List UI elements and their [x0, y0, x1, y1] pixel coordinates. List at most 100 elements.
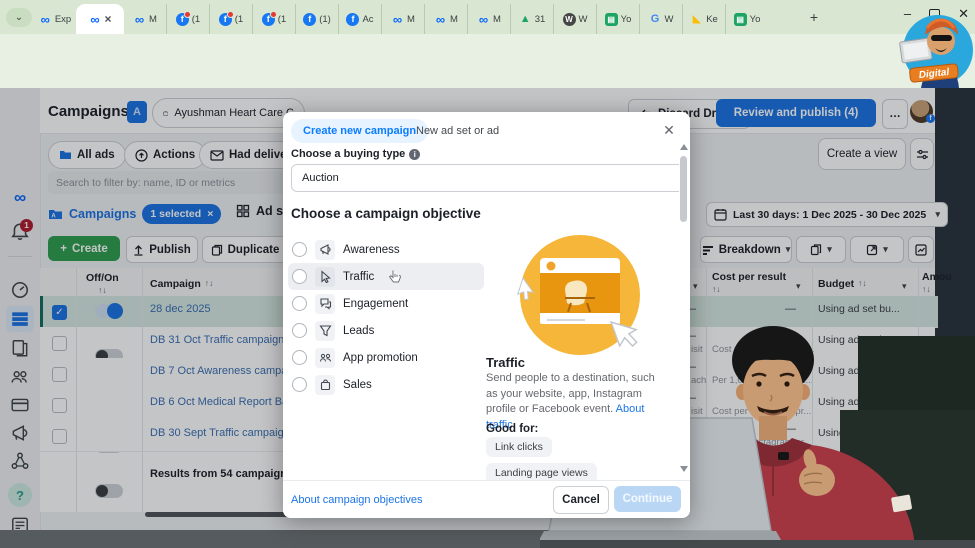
browser-tab[interactable]: Ke	[682, 4, 725, 34]
hand-cursor-icon	[388, 269, 402, 285]
radio-icon[interactable]	[292, 377, 307, 392]
buying-type-value: Auction	[302, 172, 339, 184]
scroll-up-arrow[interactable]	[680, 144, 688, 150]
objective-sales[interactable]: Sales	[288, 371, 484, 398]
modal-body: Choose a buying type Auction Choose a ca…	[283, 140, 679, 480]
browser-tab[interactable]: M	[424, 4, 467, 34]
objective-heading: Choose a campaign objective	[291, 206, 481, 221]
modal-scrollbar[interactable]	[680, 156, 687, 222]
meta-favicon	[477, 13, 490, 26]
tab-label: M	[407, 14, 415, 25]
modal-tab-new-adset[interactable]: New ad set or ad	[416, 125, 499, 137]
tab-label: 31	[535, 14, 546, 25]
browser-tab[interactable]: (1)	[295, 4, 338, 34]
chat-bubbles-icon	[315, 294, 335, 314]
tab-label: W	[665, 14, 674, 25]
browser-tab[interactable]: W	[639, 4, 682, 34]
tab-label: M	[149, 14, 157, 25]
radio-icon[interactable]	[292, 296, 307, 311]
objective-label: Awareness	[343, 244, 400, 256]
new-tab-button[interactable]: +	[805, 8, 823, 26]
tab-label: (1	[235, 14, 243, 25]
objective-leads[interactable]: Leads	[288, 317, 484, 344]
good-for-pill: Landing page views	[486, 463, 597, 480]
objective-label: Sales	[343, 379, 372, 391]
tab-label: (1)	[319, 14, 331, 25]
meta-favicon	[434, 13, 447, 26]
drive-favicon	[519, 13, 532, 26]
radio-icon[interactable]	[292, 242, 307, 257]
objective-traffic[interactable]: Traffic	[288, 263, 484, 290]
funnel-icon	[315, 321, 335, 341]
meta-favicon	[391, 13, 404, 26]
objective-app-promotion[interactable]: App promotion	[288, 344, 484, 371]
megaphone-icon	[315, 240, 335, 260]
tab-label: M	[450, 14, 458, 25]
browser-tab-strip: ⌄ Exp × M (1 (1 (1 (1) Ac M M M 31 W Yo …	[0, 0, 975, 34]
tab-label: (1	[278, 14, 286, 25]
good-for-label: Good for:	[486, 423, 538, 435]
browser-tab[interactable]: (1	[166, 4, 209, 34]
buying-type-select[interactable]: Auction	[291, 164, 679, 192]
objective-label: App promotion	[343, 352, 418, 364]
tab-label: Ac	[362, 14, 373, 25]
traffic-illustration	[515, 230, 645, 360]
browser-tab[interactable]: M	[467, 4, 510, 34]
browser-tab[interactable]: 31	[510, 4, 553, 34]
facebook-favicon	[262, 13, 275, 26]
browser-tab[interactable]: Yo	[596, 4, 639, 34]
bookmarks-bar: All Bookmarks	[0, 64, 975, 88]
browser-tab[interactable]: M	[381, 4, 424, 34]
objective-awareness[interactable]: Awareness	[288, 236, 484, 263]
tab-label: Ke	[706, 14, 718, 25]
buying-type-label: Choose a buying type	[291, 148, 420, 160]
facebook-favicon	[346, 13, 359, 26]
modal-close-icon[interactable]	[661, 122, 677, 138]
meta-favicon	[39, 13, 52, 26]
sheets-favicon	[605, 13, 618, 26]
about-objectives-link[interactable]: About campaign objectives	[291, 494, 422, 506]
objective-detail-title: Traffic	[486, 355, 525, 370]
buying-type-info-icon[interactable]	[409, 149, 420, 160]
radio-icon[interactable]	[292, 350, 307, 365]
browser-tab[interactable]: Yo	[725, 4, 768, 34]
objective-label: Traffic	[343, 271, 374, 283]
screen: ⌄ Exp × M (1 (1 (1 (1) Ac M M M 31 W Yo …	[0, 0, 975, 548]
continue-button[interactable]: Continue	[614, 486, 681, 512]
google-favicon	[649, 13, 662, 26]
tab-label: M	[493, 14, 501, 25]
wordpress-favicon	[563, 13, 576, 26]
facebook-favicon	[219, 13, 232, 26]
browser-tab[interactable]: (1	[209, 4, 252, 34]
radio-icon[interactable]	[292, 269, 307, 284]
channel-mascot: Digital	[893, 4, 975, 94]
sheets-favicon	[734, 13, 747, 26]
browser-toolbar: ← → ↻ adsmanager.facebook.com/adsmanager…	[0, 34, 975, 64]
tab-search-button[interactable]: ⌄	[6, 8, 32, 27]
objective-label: Leads	[343, 325, 374, 337]
tab-close-icon[interactable]: ×	[104, 12, 111, 26]
google-ads-favicon	[690, 13, 703, 26]
good-for-pill: Link clicks	[486, 437, 552, 457]
create-campaign-modal: Create new campaign New ad set or ad Cho…	[283, 112, 690, 518]
tab-label: W	[579, 14, 588, 25]
meta-favicon	[133, 13, 146, 26]
objective-label: Engagement	[343, 298, 408, 310]
objective-engagement[interactable]: Engagement	[288, 290, 484, 317]
radio-icon[interactable]	[292, 323, 307, 338]
people-icon	[315, 348, 335, 368]
desk-edge	[540, 540, 975, 548]
facebook-favicon	[176, 13, 189, 26]
browser-tab[interactable]: M	[124, 4, 166, 34]
browser-tab[interactable]: Ac	[338, 4, 381, 34]
tab-label: (1	[192, 14, 200, 25]
cancel-button[interactable]: Cancel	[553, 486, 609, 514]
browser-tab[interactable]: Exp	[34, 4, 76, 34]
browser-tab[interactable]: W	[553, 4, 596, 34]
scroll-down-arrow[interactable]	[680, 466, 688, 472]
facebook-favicon	[303, 13, 316, 26]
cursor-icon	[315, 267, 335, 287]
tab-label: Yo	[621, 14, 632, 25]
browser-tab[interactable]: (1	[252, 4, 295, 34]
browser-tab-active[interactable]: ×	[76, 4, 124, 34]
